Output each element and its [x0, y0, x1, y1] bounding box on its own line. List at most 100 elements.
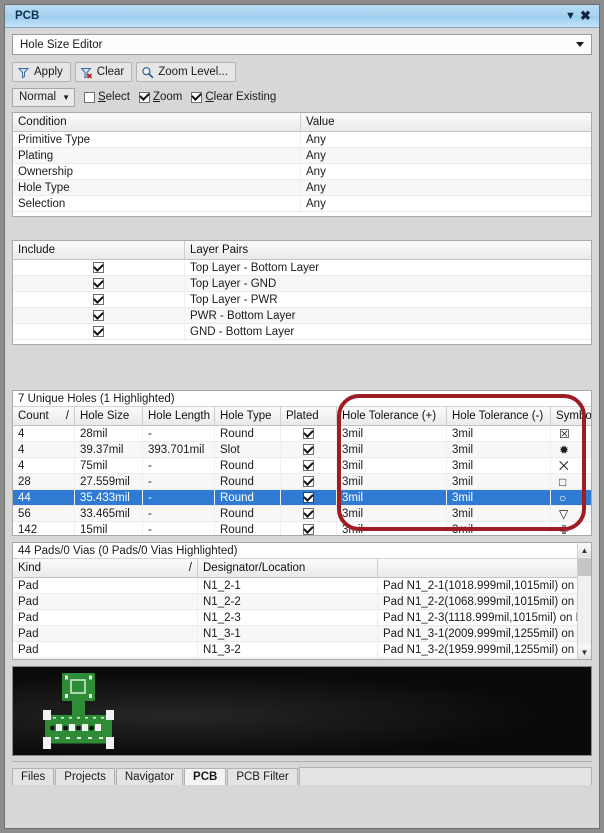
hole-tolerance-minus: 3mil: [447, 458, 551, 473]
clear-existing-checkbox[interactable]: Clear Existing: [191, 91, 276, 103]
chevron-up-icon[interactable]: ▲: [578, 543, 591, 557]
close-icon[interactable]: ✖: [578, 9, 593, 24]
hole-symbol-icon: ☒: [551, 426, 591, 441]
unique-holes-grid[interactable]: 7 Unique Holes (1 Highlighted) Count / H…: [12, 390, 592, 536]
checkbox-box[interactable]: [93, 294, 104, 305]
apply-button-label: Apply: [34, 66, 63, 78]
condition-grid[interactable]: Condition Value Primitive TypeAnyPlating…: [12, 112, 592, 217]
pcb-board-preview[interactable]: [12, 666, 592, 756]
pads-vias-grid[interactable]: 44 Pads/0 Vias (0 Pads/0 Vias Highlighte…: [12, 542, 577, 660]
table-row[interactable]: Top Layer - PWR: [13, 292, 591, 308]
table-row[interactable]: PadN1_2-1Pad N1_2-1(1018.999mil,1015mil)…: [13, 578, 577, 594]
editor-mode-value: Hole Size Editor: [20, 39, 576, 51]
table-row[interactable]: PadN1_2-2Pad N1_2-2(1068.999mil,1015mil)…: [13, 594, 577, 610]
table-row[interactable]: 5633.465mil-Round3mil3mil▽: [13, 506, 591, 522]
table-row[interactable]: 475mil-Round3mil3mil⨉: [13, 458, 591, 474]
hole-count: 4: [13, 442, 75, 457]
tab-pcb[interactable]: PCB: [184, 768, 226, 785]
editor-mode-select[interactable]: Hole Size Editor: [12, 34, 592, 55]
layer-pair-checkbox-cell: [13, 260, 185, 275]
table-row[interactable]: Top Layer - Bottom Layer: [13, 260, 591, 276]
table-row[interactable]: PadN1_3-1Pad N1_3-1(2009.999mil,1255mil)…: [13, 626, 577, 642]
plated-checkbox-cell: [281, 474, 337, 489]
hole-symbol-icon: ▽: [551, 506, 591, 521]
select-checkbox-label: Select: [98, 91, 130, 103]
table-row[interactable]: Primitive TypeAny: [13, 132, 591, 148]
select-checkbox[interactable]: Select: [84, 91, 130, 103]
pads-vias-scrollbar[interactable]: ▲ ▼: [577, 542, 592, 660]
checkbox-box[interactable]: [303, 428, 314, 439]
hole-length: -: [143, 506, 215, 521]
hole-symbol-icon: ✹: [551, 442, 591, 457]
hole-size: 15mil: [75, 522, 143, 536]
chevron-down-icon[interactable]: ▼: [578, 645, 591, 659]
unique-holes-caption: 7 Unique Holes (1 Highlighted): [13, 391, 591, 407]
column-header-hole-tolerance-plus[interactable]: Hole Tolerance (+): [337, 407, 447, 425]
plated-checkbox-cell: [281, 506, 337, 521]
zoom-checkbox[interactable]: Zoom: [139, 91, 182, 103]
checkbox-box[interactable]: [93, 310, 104, 321]
table-row[interactable]: 439.37mil393.701milSlot3mil3mil✹: [13, 442, 591, 458]
column-header-designator-location[interactable]: Designator/Location: [198, 559, 378, 577]
checkbox-box[interactable]: [303, 508, 314, 519]
pad-designator: N1_2-1: [198, 578, 378, 593]
checkbox-box[interactable]: [303, 492, 314, 503]
column-header-condition[interactable]: Condition: [13, 113, 301, 131]
checkbox-box: [139, 92, 150, 103]
column-header-detail[interactable]: [378, 559, 577, 577]
zoom-level-button[interactable]: Zoom Level...: [136, 62, 236, 82]
table-row[interactable]: PadN1_2-3Pad N1_2-3(1118.999mil,1015mil)…: [13, 610, 577, 626]
layer-pair-checkbox-cell: [13, 308, 185, 323]
column-header-value[interactable]: Value: [301, 113, 591, 131]
table-row[interactable]: OwnershipAny: [13, 164, 591, 180]
tab-files[interactable]: Files: [12, 768, 54, 785]
table-row[interactable]: Top Layer - GND: [13, 276, 591, 292]
checkbox-box[interactable]: [93, 278, 104, 289]
clear-button[interactable]: Clear: [75, 62, 132, 82]
scrollbar-thumb[interactable]: [578, 558, 591, 576]
checkbox-box[interactable]: [93, 326, 104, 337]
checkbox-box[interactable]: [93, 262, 104, 273]
table-row[interactable]: 4435.433mil-Round3mil3mil○: [13, 490, 591, 506]
column-header-kind[interactable]: Kind /: [13, 559, 198, 577]
column-header-count-label: Count: [18, 410, 49, 422]
hole-type: Round: [215, 490, 281, 505]
column-header-hole-type[interactable]: Hole Type: [215, 407, 281, 425]
column-header-symbol[interactable]: Symbol: [551, 407, 591, 425]
checkbox-box[interactable]: [303, 444, 314, 455]
hole-type: Round: [215, 426, 281, 441]
tab-pcb-filter[interactable]: PCB Filter: [227, 768, 297, 785]
hole-tolerance-minus: 3mil: [447, 442, 551, 457]
table-row[interactable]: 14215mil-Round3mil3mil✙: [13, 522, 591, 536]
table-row[interactable]: PlatingAny: [13, 148, 591, 164]
hole-count: 56: [13, 506, 75, 521]
table-row[interactable]: SelectionAny: [13, 196, 591, 212]
checkbox-box[interactable]: [303, 476, 314, 487]
zoom-checkbox-label: Zoom: [153, 91, 182, 103]
table-row[interactable]: 428mil-Round3mil3mil☒: [13, 426, 591, 442]
checkbox-box[interactable]: [303, 460, 314, 471]
apply-button[interactable]: Apply: [12, 62, 71, 82]
table-row[interactable]: 2827.559mil-Round3mil3mil□: [13, 474, 591, 490]
table-row[interactable]: PadN1_3-3Pad N1_3-3(1909.999mil,1255mil)…: [13, 658, 577, 660]
pad-designator: N1_2-2: [198, 594, 378, 609]
column-header-layer-pairs[interactable]: Layer Pairs: [185, 241, 591, 259]
column-header-include[interactable]: Include: [13, 241, 185, 259]
table-row[interactable]: GND - Bottom Layer: [13, 324, 591, 340]
checkbox-box[interactable]: [303, 524, 314, 535]
column-header-hole-size[interactable]: Hole Size: [75, 407, 143, 425]
table-row[interactable]: PadN1_3-2Pad N1_3-2(1959.999mil,1255mil)…: [13, 642, 577, 658]
table-row[interactable]: Hole TypeAny: [13, 180, 591, 196]
column-header-hole-length[interactable]: Hole Length: [143, 407, 215, 425]
column-header-hole-tolerance-minus[interactable]: Hole Tolerance (-): [447, 407, 551, 425]
table-row[interactable]: PWR - Bottom Layer: [13, 308, 591, 324]
tab-projects[interactable]: Projects: [55, 768, 115, 785]
column-header-count[interactable]: Count /: [13, 407, 75, 425]
column-header-plated[interactable]: Plated: [281, 407, 337, 425]
mode-select[interactable]: Normal ▼: [12, 88, 75, 107]
hole-length: 393.701mil: [143, 442, 215, 457]
chevron-down-icon[interactable]: ▼: [563, 9, 578, 24]
tab-navigator[interactable]: Navigator: [116, 768, 183, 785]
pad-kind: Pad: [13, 658, 198, 660]
include-grid[interactable]: Include Layer Pairs Top Layer - Bottom L…: [12, 240, 592, 345]
